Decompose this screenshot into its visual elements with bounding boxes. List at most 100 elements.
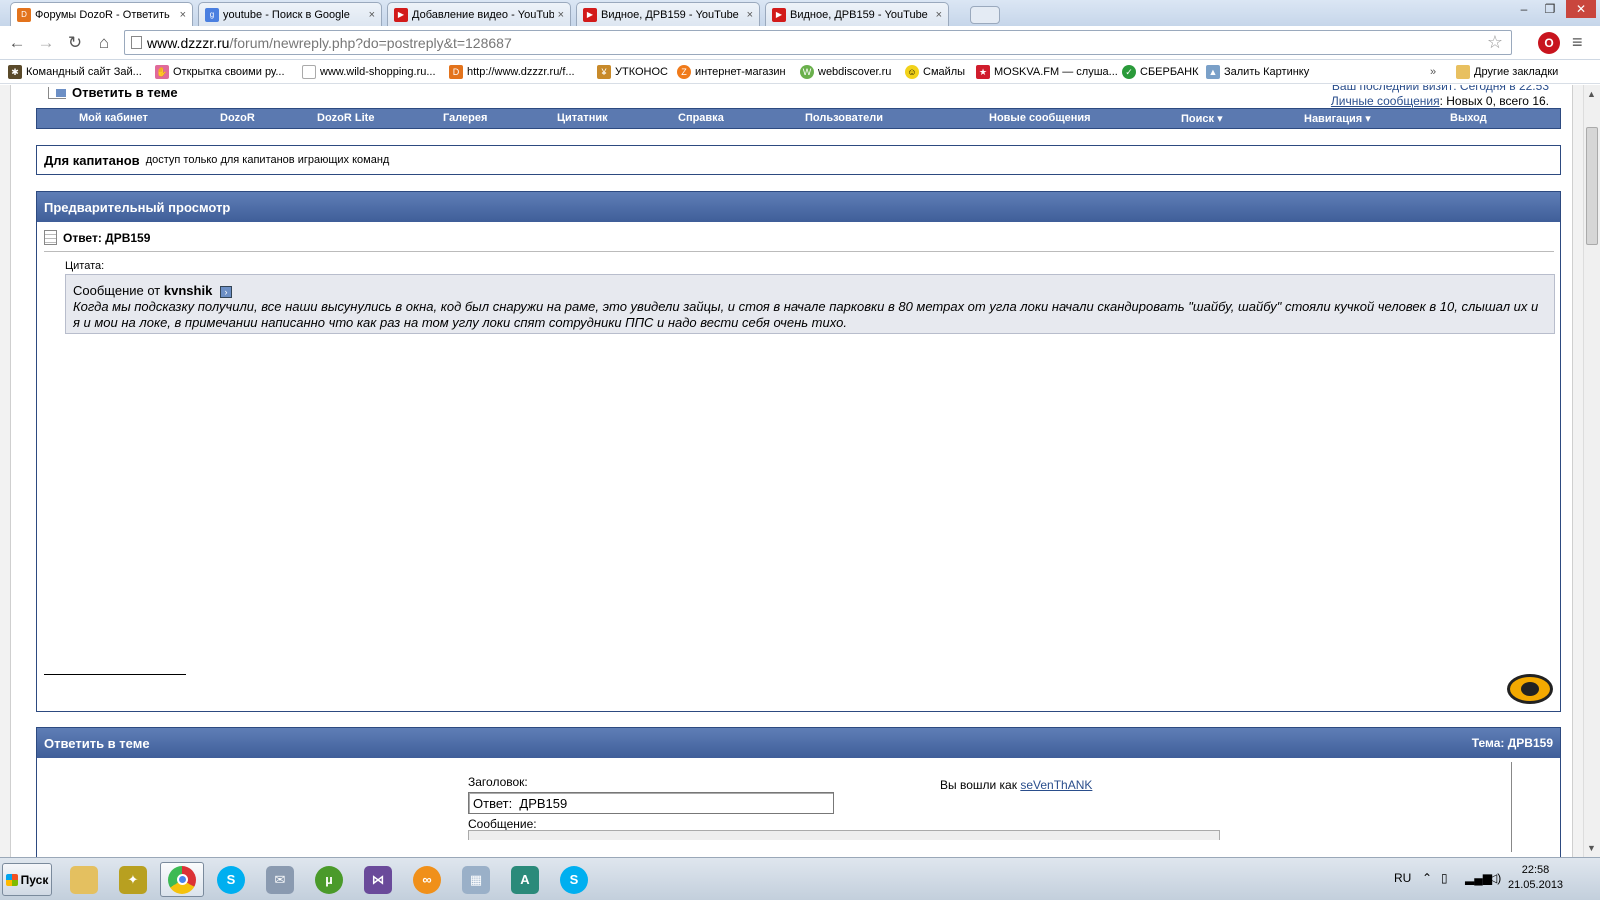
- other-bookmarks[interactable]: Другие закладки: [1456, 63, 1558, 81]
- folder-icon: [1456, 65, 1470, 79]
- reply-panel: Ответить в теме Тема: ДРВ159 Заголовок: …: [36, 727, 1561, 857]
- utorrent-icon: µ: [315, 865, 343, 894]
- browser-toolbar: ← → ↻ ⌂ www.dzzzr.ru/forum/newreply.php?…: [0, 26, 1600, 60]
- tab-forum[interactable]: D Форумы DozoR - Ответить ×: [10, 2, 193, 26]
- address-bar[interactable]: www.dzzzr.ru/forum/newreply.php?do=postr…: [124, 30, 1512, 55]
- dozor-favicon: D: [449, 65, 463, 79]
- nav-quotes[interactable]: Цитатник: [557, 112, 608, 124]
- nav-logout[interactable]: Выход: [1450, 112, 1487, 124]
- title-input[interactable]: [468, 792, 834, 814]
- system-clock[interactable]: 22:58 21.05.2013: [1508, 863, 1563, 893]
- taskbar-explorer[interactable]: [62, 862, 106, 897]
- url-path: /forum/newreply.php?do=postreply&t=12868…: [229, 34, 512, 51]
- bookmark-item[interactable]: Zинтернет-магазин: [677, 63, 786, 81]
- chrome-icon: [168, 865, 196, 894]
- bookmark-item[interactable]: www.wild-shopping.ru...: [302, 63, 436, 81]
- close-icon[interactable]: ×: [558, 9, 564, 21]
- minimize-icon[interactable]: –: [1512, 0, 1536, 18]
- scroll-down-icon[interactable]: ▼: [1587, 843, 1596, 853]
- extension-icon[interactable]: O: [1538, 32, 1560, 54]
- bookmarks-more[interactable]: »: [1430, 63, 1436, 81]
- forward-icon[interactable]: →: [35, 32, 57, 54]
- close-icon[interactable]: ×: [180, 9, 186, 21]
- private-messages-link[interactable]: Личные сообщения: [1331, 94, 1440, 108]
- close-icon[interactable]: ×: [747, 9, 753, 21]
- back-icon[interactable]: ←: [6, 32, 28, 54]
- tray-expand-icon[interactable]: ⌃: [1422, 871, 1432, 885]
- page-scrollbar[interactable]: ▲ ▼: [1583, 85, 1600, 857]
- language-indicator[interactable]: RU: [1394, 871, 1411, 885]
- mail-icon: ✉: [266, 865, 294, 894]
- bookmark-item[interactable]: ✋ Открытка своими ру...: [155, 63, 285, 81]
- taskbar-game[interactable]: ✦: [111, 862, 155, 897]
- image-icon: ▲: [1206, 65, 1220, 79]
- shop-icon: Z: [677, 65, 691, 79]
- card-icon: ✋: [155, 65, 169, 79]
- windows-logo-icon: [5, 873, 18, 886]
- close-icon[interactable]: ×: [936, 9, 942, 21]
- bookmark-item[interactable]: ▲ Залить Картинку: [1206, 63, 1309, 81]
- bookmark-item[interactable]: ✓ СБЕРБАНК: [1122, 63, 1199, 81]
- taskbar-abbyy[interactable]: A: [503, 862, 547, 897]
- scroll-thumb[interactable]: [1586, 127, 1598, 245]
- reply-header: Ответить в теме Тема: ДРВ159: [37, 728, 1560, 758]
- bookmark-item[interactable]: Wwebdiscover.ru: [800, 63, 891, 81]
- taskbar-visual-studio[interactable]: ⋈: [356, 862, 400, 897]
- logged-in-as: Вы вошли как seVenThANK: [940, 778, 1093, 792]
- nav-users[interactable]: Пользователи: [805, 112, 883, 124]
- bookmark-item[interactable]: ★ MOSKVA.FM — слуша...: [976, 63, 1118, 81]
- reply-topic: Тема: ДРВ159: [1471, 736, 1553, 750]
- tab-youtube-video-2[interactable]: ▶ Видное, ДРВ159 - YouTube ×: [765, 2, 949, 26]
- tab-youtube-upload[interactable]: ▶ Добавление видео - YouTub ×: [387, 2, 571, 26]
- webdiscover-icon: W: [800, 65, 814, 79]
- nav-gallery[interactable]: Галерея: [443, 112, 487, 124]
- message-label: Сообщение:: [468, 817, 537, 831]
- bookmark-item[interactable]: Dhttp://www.dzzzr.ru/f...: [449, 63, 575, 81]
- user-info: Ваш последний визит: Сегодня в 22:53 Лич…: [1331, 85, 1549, 109]
- taskbar-mail[interactable]: ✉: [258, 862, 302, 897]
- new-tab-button[interactable]: [970, 6, 1000, 24]
- view-post-icon[interactable]: ›: [219, 285, 232, 298]
- taskbar-skype[interactable]: S: [209, 862, 253, 897]
- bookmark-item[interactable]: ✱ Командный сайт Зай...: [8, 63, 142, 81]
- nav-dozor-lite[interactable]: DozoR Lite: [317, 112, 374, 124]
- close-icon[interactable]: ×: [369, 9, 375, 21]
- bookmark-item[interactable]: ¥ УТКОНОС: [597, 63, 668, 81]
- nav-search[interactable]: Поиск ▾: [1181, 112, 1223, 125]
- nav-dozor[interactable]: DozoR: [220, 112, 255, 124]
- volume-icon[interactable]: ◁): [1488, 871, 1501, 885]
- message-editor[interactable]: [468, 830, 1220, 840]
- preview-header: Предварительный просмотр: [37, 192, 1560, 222]
- page-title: Ответить в теме: [48, 85, 178, 100]
- thread-icon: [48, 86, 66, 99]
- preview-panel: Предварительный просмотр Ответ: ДРВ159 Ц…: [36, 191, 1561, 712]
- nav-my-cabinet[interactable]: Мой кабинет: [79, 112, 148, 124]
- breadcrumb: Ответить в теме Ваш последний визит: Сег…: [36, 85, 1561, 109]
- page-viewport: Ответить в теме Ваш последний визит: Сег…: [0, 85, 1583, 857]
- menu-icon[interactable]: ≡: [1572, 32, 1583, 53]
- nav-new-posts[interactable]: Новые сообщения: [989, 112, 1091, 124]
- taskbar-utorrent[interactable]: µ: [307, 862, 351, 897]
- username-link[interactable]: seVenThANK: [1020, 778, 1092, 792]
- bookmark-item[interactable]: ☺ Смайлы: [905, 63, 965, 81]
- bookmark-star-icon[interactable]: ☆: [1487, 32, 1503, 53]
- home-icon[interactable]: ⌂: [93, 32, 115, 54]
- tray-power-icon[interactable]: ▯: [1441, 871, 1448, 885]
- app-icon: ∞: [413, 865, 441, 894]
- nav-help[interactable]: Справка: [678, 112, 724, 124]
- reload-icon[interactable]: ↻: [64, 32, 86, 54]
- start-button[interactable]: Пуск: [2, 863, 52, 896]
- taskbar-app[interactable]: ∞: [405, 862, 449, 897]
- taskbar-calculator[interactable]: ▦: [454, 862, 498, 897]
- scroll-up-icon[interactable]: ▲: [1587, 89, 1596, 99]
- taskbar-skype-2[interactable]: S: [552, 862, 596, 897]
- restore-icon[interactable]: ❐: [1538, 0, 1562, 18]
- show-desktop-button[interactable]: [1580, 866, 1596, 894]
- quote-block: Сообщение от kvnshik › Когда мы подсказк…: [65, 274, 1555, 334]
- window-close-icon[interactable]: ✕: [1566, 0, 1596, 18]
- youtube-favicon: ▶: [394, 7, 408, 22]
- taskbar-chrome[interactable]: [160, 862, 204, 897]
- tab-google[interactable]: g youtube - Поиск в Google ×: [198, 2, 382, 26]
- tab-youtube-video-1[interactable]: ▶ Видное, ДРВ159 - YouTube ×: [576, 2, 760, 26]
- nav-navigation[interactable]: Навигация ▾: [1304, 112, 1371, 125]
